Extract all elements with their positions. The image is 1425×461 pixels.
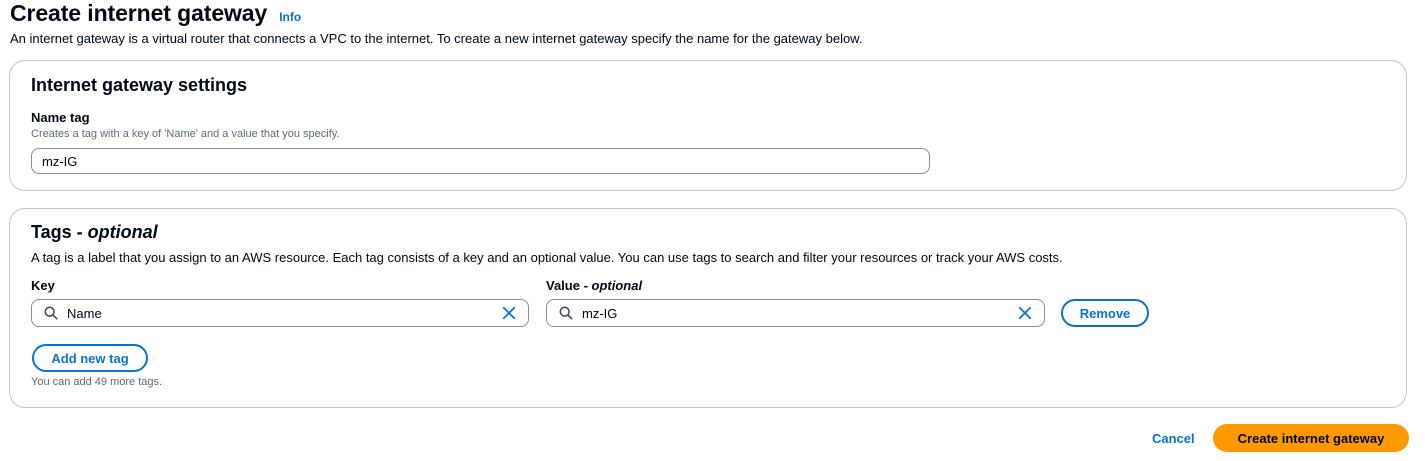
tags-heading: Tags - optional [31,222,158,243]
internet-gateway-settings-panel: Internet gateway settings Name tag Creat… [9,60,1407,191]
tag-value-label: Value - optional [546,278,642,293]
tags-panel: Tags - optional A tag is a label that yo… [9,208,1407,408]
close-icon[interactable] [502,306,516,320]
tag-value-input[interactable] [582,301,1018,325]
tags-heading-optional: optional [87,222,158,242]
page-header: Create internet gateway Info [10,0,301,26]
tags-heading-main: Tags - [31,222,88,242]
close-icon[interactable] [1018,306,1032,320]
create-internet-gateway-button[interactable]: Create internet gateway [1213,424,1409,452]
search-icon [44,306,58,320]
add-new-tag-button[interactable]: Add new tag [32,344,148,372]
name-tag-input[interactable] [31,148,930,174]
page-title: Create internet gateway [10,0,268,26]
remove-tag-button[interactable]: Remove [1061,299,1149,327]
tag-value-field[interactable] [546,299,1045,327]
page-description: An internet gateway is a virtual router … [10,31,863,46]
tag-value-label-optional: optional [591,278,643,293]
search-icon [559,306,573,320]
info-link[interactable]: Info [279,10,301,24]
name-tag-hint: Creates a tag with a key of 'Name' and a… [31,128,340,140]
settings-heading: Internet gateway settings [31,75,248,95]
cancel-button[interactable]: Cancel [1152,431,1195,446]
tag-value-label-main: Value - [546,278,592,293]
tags-description: A tag is a label that you assign to an A… [31,250,1063,265]
tag-key-input[interactable] [67,301,502,325]
name-tag-label: Name tag [31,110,90,125]
tag-key-field[interactable] [31,299,529,327]
tag-key-label: Key [31,278,55,293]
tag-limit-text: You can add 49 more tags. [31,376,163,388]
